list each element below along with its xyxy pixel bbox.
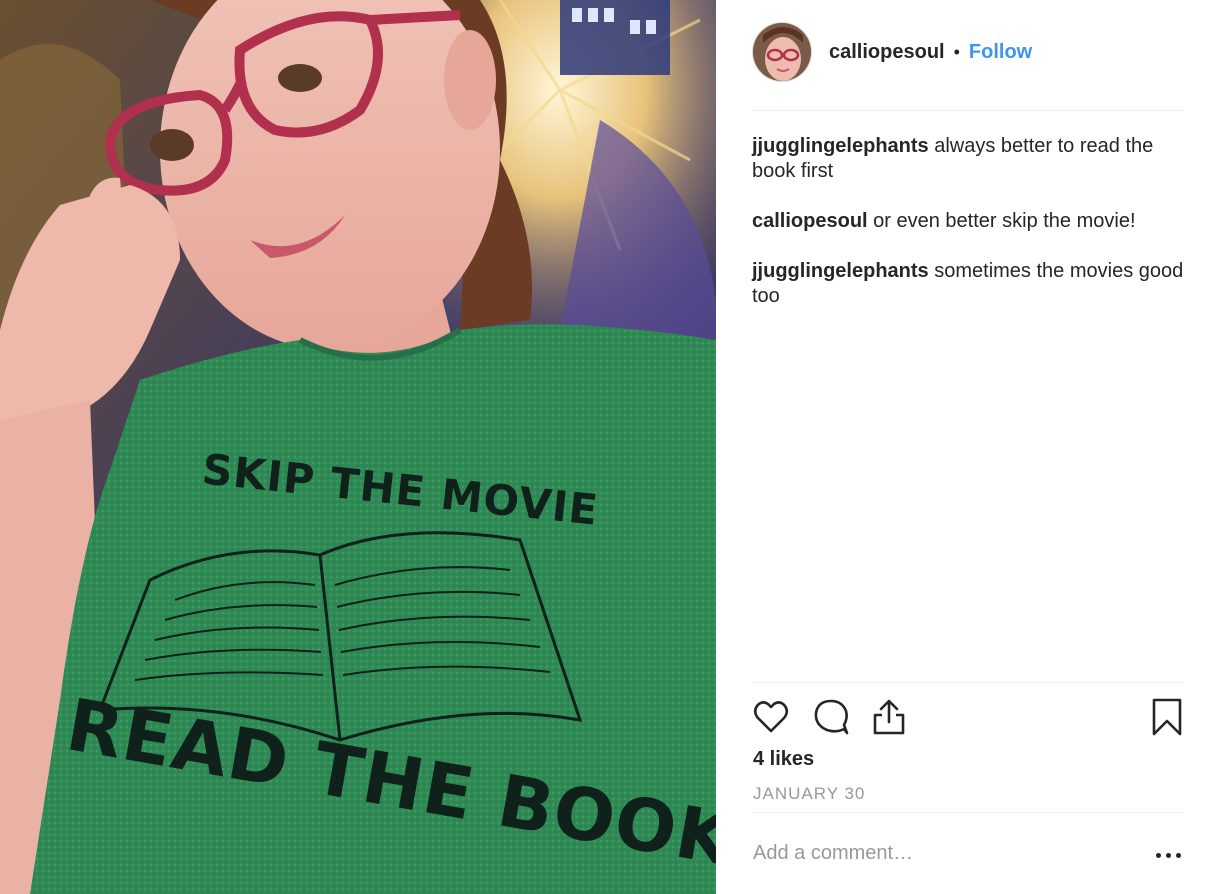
ellipsis-icon	[1166, 853, 1171, 858]
post-header: calliopesoul • Follow	[752, 22, 1032, 82]
comment-button[interactable]	[812, 698, 850, 736]
comments-list: jjugglingelephants always better to read…	[752, 134, 1184, 334]
add-comment-input[interactable]	[753, 838, 1133, 868]
avatar[interactable]	[752, 22, 812, 82]
like-button[interactable]	[752, 698, 790, 736]
comment-author[interactable]: jjugglingelephants	[752, 135, 929, 157]
share-button[interactable]	[870, 698, 908, 736]
share-icon	[873, 699, 905, 735]
post-side-panel: calliopesoul • Follow jjugglingelephants…	[716, 0, 1218, 894]
comment-author[interactable]: calliopesoul	[752, 210, 868, 232]
separator-dot: •	[953, 41, 960, 62]
header-divider	[752, 110, 1184, 111]
actions-divider	[752, 682, 1184, 683]
comment-item: jjugglingelephants sometimes the movies …	[752, 259, 1184, 309]
comment-item: calliopesoul or even better skip the mov…	[752, 209, 1184, 234]
post-photo-image: SKIP THE MOVIE READ THE BOOK	[0, 0, 716, 894]
follow-button[interactable]: Follow	[969, 41, 1032, 64]
comment-text: or even better skip the movie!	[873, 210, 1136, 232]
comment-item: jjugglingelephants always better to read…	[752, 134, 1184, 184]
speech-bubble-icon	[814, 699, 849, 735]
post-date[interactable]: JANUARY 30	[753, 784, 865, 804]
comment-divider	[752, 812, 1184, 813]
header-username[interactable]: calliopesoul	[829, 41, 945, 64]
ellipsis-icon	[1176, 853, 1181, 858]
likes-count[interactable]: 4 likes	[753, 748, 814, 771]
ellipsis-icon	[1156, 853, 1161, 858]
heart-icon	[753, 701, 789, 733]
post-photo[interactable]: SKIP THE MOVIE READ THE BOOK	[0, 0, 716, 894]
more-options-button[interactable]	[1156, 845, 1184, 865]
action-bar	[752, 698, 1184, 738]
save-button[interactable]	[1148, 698, 1186, 736]
comment-author[interactable]: jjugglingelephants	[752, 260, 929, 282]
bookmark-icon	[1152, 698, 1182, 736]
avatar-image	[753, 23, 811, 81]
